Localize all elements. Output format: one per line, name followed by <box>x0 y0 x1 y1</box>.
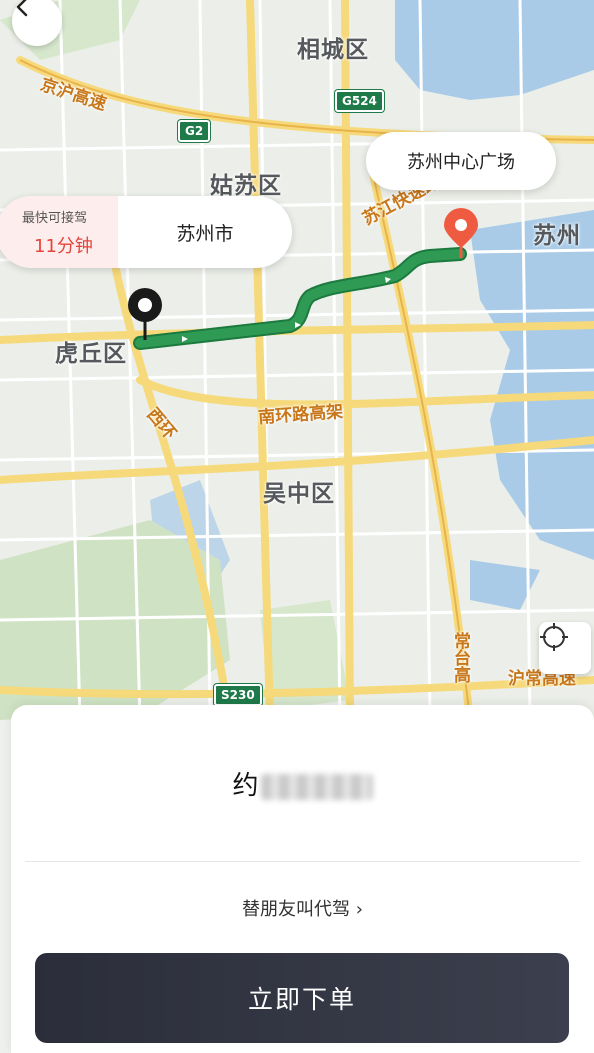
destination-bubble[interactable]: 苏州中心广场 <box>366 132 556 190</box>
road-label: 常台高 <box>450 632 470 683</box>
district-label: 苏州 <box>533 223 581 249</box>
eta-value: 11分钟 <box>34 235 93 257</box>
order-panel: 约 替朋友叫代驾 › 立即下单 <box>11 705 594 1053</box>
district-label: 相城区 <box>297 37 369 63</box>
origin-bubble[interactable]: 最快可接驾 11分钟 苏州市 <box>0 196 292 268</box>
call-for-friend-link[interactable]: 替朋友叫代驾 › <box>11 895 594 921</box>
highway-shield: G524 <box>335 90 384 112</box>
price-estimate: 约 <box>11 765 594 802</box>
highway-shield: G2 <box>178 120 211 142</box>
origin-city: 苏州市 <box>176 222 234 245</box>
locate-target-icon <box>540 623 568 651</box>
highway-shield: S230 <box>214 684 262 706</box>
chevron-left-icon <box>16 0 28 17</box>
district-label: 姑苏区 <box>210 173 282 199</box>
map-view[interactable]: 相城区 姑苏区 虎丘区 吴中区 苏州 京沪高速 苏江快速路 南环路高架 西环 常… <box>0 0 594 720</box>
eta-box: 最快可接驾 11分钟 <box>0 196 118 268</box>
price-prefix: 约 <box>232 771 259 801</box>
eta-title: 最快可接驾 <box>22 210 88 226</box>
order-now-button[interactable]: 立即下单 <box>35 953 569 1043</box>
locate-button[interactable] <box>539 622 591 674</box>
price-redacted <box>260 773 373 800</box>
divider <box>25 861 580 862</box>
district-label: 吴中区 <box>263 481 335 507</box>
district-label: 虎丘区 <box>55 341 127 367</box>
